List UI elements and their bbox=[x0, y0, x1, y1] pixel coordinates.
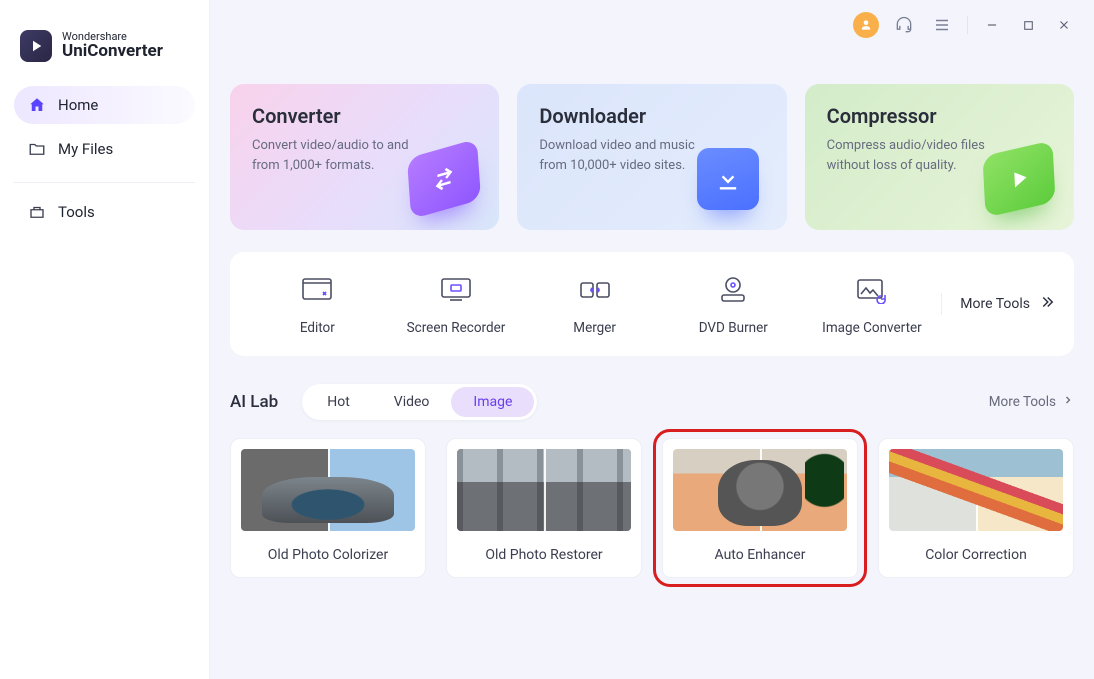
tool-dvd-burner[interactable]: DVD Burner bbox=[664, 272, 803, 336]
lab-card-label: Old Photo Colorizer bbox=[231, 541, 425, 577]
tool-merger[interactable]: Merger bbox=[525, 272, 664, 336]
dvd-burner-icon bbox=[715, 272, 751, 308]
tool-label: Screen Recorder bbox=[407, 320, 506, 336]
sidebar-item-label: Home bbox=[58, 96, 98, 114]
card-title: Converter bbox=[252, 104, 477, 128]
sidebar-item-label: My Files bbox=[58, 140, 113, 158]
tool-label: Editor bbox=[300, 320, 335, 336]
tool-label: DVD Burner bbox=[699, 320, 768, 336]
tab-video[interactable]: Video bbox=[372, 387, 452, 417]
lab-card-colorizer[interactable]: Old Photo Colorizer bbox=[230, 438, 426, 578]
tab-hot[interactable]: Hot bbox=[305, 387, 372, 417]
logo-text: Wondershare UniConverter bbox=[62, 31, 163, 60]
image-converter-icon bbox=[854, 272, 890, 308]
sidebar-item-myfiles[interactable]: My Files bbox=[14, 130, 195, 168]
sidebar-item-label: Tools bbox=[58, 203, 95, 221]
converter-card[interactable]: Converter Convert video/audio to and fro… bbox=[230, 84, 499, 230]
ai-lab-more-label: More Tools bbox=[989, 394, 1056, 410]
feature-cards-row: Converter Convert video/audio to and fro… bbox=[230, 84, 1074, 230]
lab-card-color-correction[interactable]: Color Correction bbox=[878, 438, 1074, 578]
ai-lab-title: AI Lab bbox=[230, 392, 278, 412]
window-controls bbox=[853, 12, 1076, 38]
menu-button[interactable] bbox=[929, 12, 955, 38]
separator bbox=[967, 16, 968, 34]
home-icon bbox=[28, 96, 46, 114]
lab-card-auto-enhancer[interactable]: Auto Enhancer bbox=[662, 438, 858, 578]
lab-card-restorer[interactable]: Old Photo Restorer bbox=[446, 438, 642, 578]
tool-editor[interactable]: Editor bbox=[248, 272, 387, 336]
lab-card-label: Color Correction bbox=[879, 541, 1073, 577]
tools-strip: Editor Screen Recorder Merger DVD Burner… bbox=[230, 252, 1074, 356]
tool-label: Merger bbox=[573, 320, 616, 336]
account-button[interactable] bbox=[853, 12, 879, 38]
sidebar-divider bbox=[14, 182, 195, 183]
tool-image-converter[interactable]: Image Converter bbox=[803, 272, 942, 336]
sidebar-item-home[interactable]: Home bbox=[14, 86, 195, 124]
lab-thumb-color-correction bbox=[889, 449, 1063, 531]
app-logo: Wondershare UniConverter bbox=[14, 30, 195, 86]
lab-card-label: Old Photo Restorer bbox=[447, 541, 641, 577]
downloader-card[interactable]: Downloader Download video and music from… bbox=[517, 84, 786, 230]
lab-thumb-auto-enhancer bbox=[673, 449, 847, 531]
editor-icon bbox=[299, 272, 335, 308]
compressor-card[interactable]: Compressor Compress audio/video files wi… bbox=[805, 84, 1074, 230]
merger-icon bbox=[577, 272, 613, 308]
sidebar-item-tools[interactable]: Tools bbox=[14, 193, 195, 231]
folder-icon bbox=[28, 140, 46, 158]
toolbox-icon bbox=[28, 203, 46, 221]
logo-mark-icon bbox=[20, 30, 52, 62]
converter-card-icon bbox=[409, 148, 489, 224]
brand-name-bottom: UniConverter bbox=[62, 43, 163, 61]
compressor-card-icon bbox=[984, 148, 1064, 224]
ai-lab-tabs: Hot Video Image bbox=[302, 384, 537, 420]
lab-card-label: Auto Enhancer bbox=[663, 541, 857, 577]
screen-recorder-icon bbox=[438, 272, 474, 308]
ai-lab-more-button[interactable]: More Tools bbox=[989, 394, 1074, 410]
ai-lab-grid: Old Photo Colorizer Old Photo Restorer A… bbox=[230, 438, 1074, 578]
sidebar: Wondershare UniConverter Home My Files T… bbox=[0, 0, 210, 679]
close-button[interactable] bbox=[1052, 13, 1076, 37]
chevron-double-right-icon bbox=[1038, 293, 1056, 315]
tool-label: Image Converter bbox=[822, 320, 922, 336]
more-tools-label: More Tools bbox=[960, 296, 1030, 312]
tab-image[interactable]: Image bbox=[451, 387, 534, 417]
main-area: Converter Convert video/audio to and fro… bbox=[210, 0, 1094, 679]
more-tools-button[interactable]: More Tools bbox=[941, 293, 1056, 315]
maximize-button[interactable] bbox=[1016, 13, 1040, 37]
card-title: Compressor bbox=[827, 104, 1052, 128]
minimize-button[interactable] bbox=[980, 13, 1004, 37]
tool-screen-recorder[interactable]: Screen Recorder bbox=[387, 272, 526, 336]
downloader-card-icon bbox=[697, 148, 777, 224]
chevron-right-icon bbox=[1062, 394, 1074, 410]
ai-lab-header: AI Lab Hot Video Image More Tools bbox=[230, 384, 1074, 420]
lab-thumb-restorer bbox=[457, 449, 631, 531]
card-title: Downloader bbox=[539, 104, 764, 128]
lab-thumb-colorizer bbox=[241, 449, 415, 531]
support-button[interactable] bbox=[891, 12, 917, 38]
